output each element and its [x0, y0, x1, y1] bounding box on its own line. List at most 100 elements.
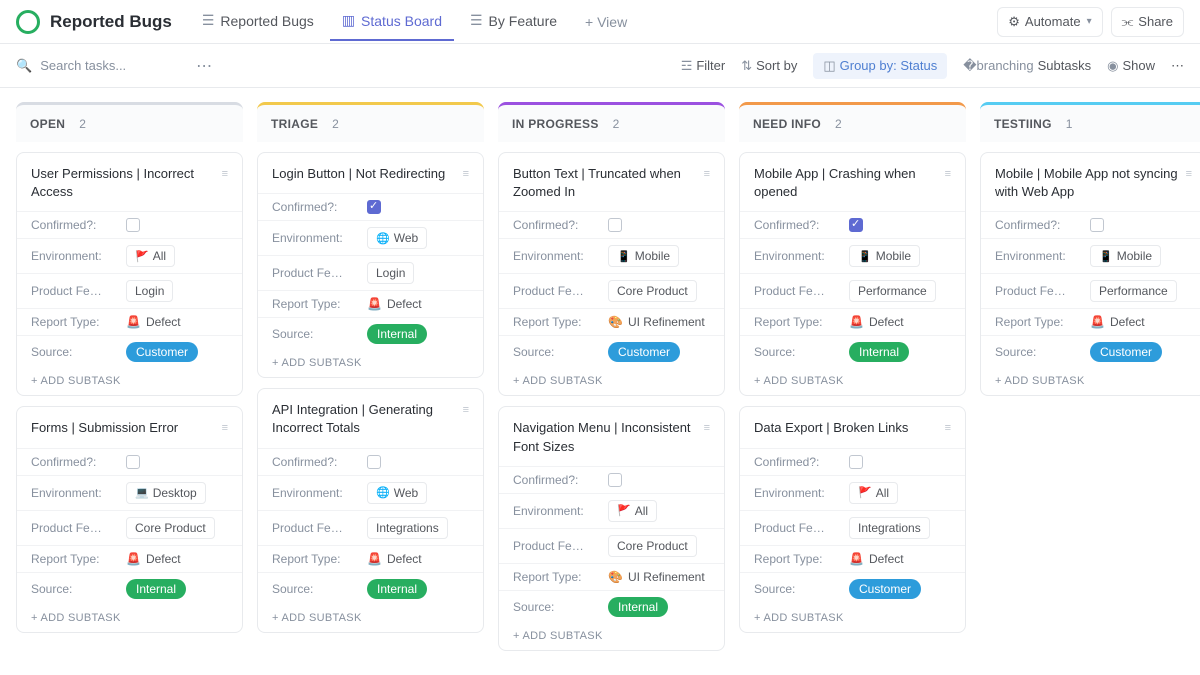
add-subtask-button[interactable]: + ADD SUBTASK	[740, 605, 965, 626]
add-subtask-button[interactable]: + ADD SUBTASK	[499, 368, 724, 389]
show-button[interactable]: ◉Show	[1107, 58, 1155, 74]
card-title: Forms | Submission Error≡	[17, 407, 242, 447]
field-confirmed: Confirmed?:	[740, 448, 965, 475]
field-report-type: Report Type:🚨Defect	[258, 545, 483, 572]
task-card[interactable]: Mobile App | Crashing when opened≡Confir…	[739, 152, 966, 396]
column-header[interactable]: IN PROGRESS2	[498, 102, 725, 142]
task-card[interactable]: Data Export | Broken Links≡Confirmed?:En…	[739, 406, 966, 632]
env-tag[interactable]: 📱Mobile	[608, 245, 679, 267]
field-source: Source:Internal	[17, 572, 242, 605]
feature-tag[interactable]: Performance	[849, 280, 936, 302]
field-product-feature: Product Fe…Core Product	[17, 510, 242, 545]
add-subtask-button[interactable]: + ADD SUBTASK	[499, 623, 724, 644]
column-name: TESTIING	[994, 117, 1052, 131]
source-badge[interactable]: Internal	[608, 597, 668, 617]
feature-tag[interactable]: Core Product	[126, 517, 215, 539]
group-by-button[interactable]: ◫Group by: Status	[813, 53, 947, 79]
sort-button[interactable]: ⇅Sort by	[741, 58, 797, 74]
checkbox-icon[interactable]	[367, 200, 381, 214]
more-icon: ⋯	[1171, 58, 1184, 74]
description-icon: ≡	[222, 167, 228, 182]
field-report-type: Report Type:🚨Defect	[17, 545, 242, 572]
card-title: Login Button | Not Redirecting≡	[258, 153, 483, 193]
checkbox-icon[interactable]	[849, 218, 863, 232]
column-header[interactable]: NEED INFO2	[739, 102, 966, 142]
report-type-value: 🚨Defect	[126, 315, 181, 329]
source-badge[interactable]: Internal	[367, 579, 427, 599]
eye-icon: ◉	[1107, 58, 1118, 74]
board-column: IN PROGRESS2 Button Text | Truncated when…	[498, 102, 725, 661]
env-tag[interactable]: 🚩All	[608, 500, 657, 522]
task-card[interactable]: Login Button | Not Redirecting≡Confirmed…	[257, 152, 484, 378]
field-environment: Environment:🚩All	[740, 475, 965, 510]
task-card[interactable]: Navigation Menu | Inconsistent Font Size…	[498, 406, 725, 650]
column-header[interactable]: TRIAGE2	[257, 102, 484, 142]
tab-reported-bugs[interactable]: ☰ Reported Bugs	[190, 2, 326, 41]
add-subtask-button[interactable]: + ADD SUBTASK	[258, 605, 483, 626]
description-icon: ≡	[463, 403, 469, 418]
source-badge[interactable]: Customer	[126, 342, 198, 362]
task-card[interactable]: User Permissions | Incorrect Access≡Conf…	[16, 152, 243, 396]
task-card[interactable]: Mobile | Mobile App not syncing with Web…	[980, 152, 1200, 396]
column-header[interactable]: TESTIING1	[980, 102, 1200, 142]
card-title: Mobile App | Crashing when opened≡	[740, 153, 965, 211]
checkbox-icon[interactable]	[126, 455, 140, 469]
add-subtask-button[interactable]: + ADD SUBTASK	[740, 368, 965, 389]
source-badge[interactable]: Internal	[367, 324, 427, 344]
description-icon: ≡	[704, 167, 710, 182]
field-confirmed: Confirmed?:	[258, 448, 483, 475]
feature-tag[interactable]: Login	[367, 262, 414, 284]
feature-tag[interactable]: Performance	[1090, 280, 1177, 302]
sort-icon: ⇅	[741, 58, 752, 74]
add-subtask-button[interactable]: + ADD SUBTASK	[981, 368, 1200, 389]
more-button[interactable]: ⋯	[1171, 58, 1184, 74]
filter-button[interactable]: ☲Filter	[681, 58, 726, 74]
robot-icon: ⚙	[1008, 14, 1020, 30]
checkbox-icon[interactable]	[608, 218, 622, 232]
field-source: Source:Customer	[981, 335, 1200, 368]
add-subtask-button[interactable]: + ADD SUBTASK	[258, 350, 483, 371]
checkbox-icon[interactable]	[126, 218, 140, 232]
field-confirmed: Confirmed?:	[258, 193, 483, 220]
source-badge[interactable]: Customer	[1090, 342, 1162, 362]
task-card[interactable]: Forms | Submission Error≡Confirmed?:Envi…	[16, 406, 243, 632]
env-tag[interactable]: 🚩All	[849, 482, 898, 504]
env-tag[interactable]: 🌐Web	[367, 482, 427, 504]
tab-by-feature[interactable]: ☰ By Feature	[458, 2, 569, 41]
search-input[interactable]: 🔍 Search tasks...	[16, 58, 126, 74]
env-tag[interactable]: 💻Desktop	[126, 482, 206, 504]
automate-button[interactable]: ⚙ Automate ▾	[997, 7, 1102, 37]
share-button[interactable]: ⫘ Share	[1111, 7, 1184, 37]
env-tag[interactable]: 🚩All	[126, 245, 175, 267]
checkbox-icon[interactable]	[1090, 218, 1104, 232]
feature-tag[interactable]: Core Product	[608, 280, 697, 302]
column-header[interactable]: OPEN2	[16, 102, 243, 142]
task-card[interactable]: Button Text | Truncated when Zoomed In≡C…	[498, 152, 725, 396]
description-icon: ≡	[463, 167, 469, 182]
feature-tag[interactable]: Integrations	[849, 517, 930, 539]
checkbox-icon[interactable]	[367, 455, 381, 469]
field-environment: Environment:🚩All	[499, 493, 724, 528]
tab-status-board[interactable]: ▥ Status Board	[330, 2, 454, 41]
feature-tag[interactable]: Core Product	[608, 535, 697, 557]
env-tag[interactable]: 📱Mobile	[1090, 245, 1161, 267]
feature-tag[interactable]: Integrations	[367, 517, 448, 539]
source-badge[interactable]: Internal	[849, 342, 909, 362]
add-subtask-button[interactable]: + ADD SUBTASK	[17, 605, 242, 626]
add-view-button[interactable]: + View	[573, 4, 639, 40]
checkbox-icon[interactable]	[608, 473, 622, 487]
source-badge[interactable]: Internal	[126, 579, 186, 599]
task-card[interactable]: API Integration | Generating Incorrect T…	[257, 388, 484, 632]
feature-tag[interactable]: Login	[126, 280, 173, 302]
env-tag[interactable]: 📱Mobile	[849, 245, 920, 267]
description-icon: ≡	[704, 421, 710, 436]
add-subtask-button[interactable]: + ADD SUBTASK	[17, 368, 242, 389]
card-title: Mobile | Mobile App not syncing with Web…	[981, 153, 1200, 211]
source-badge[interactable]: Customer	[608, 342, 680, 362]
checkbox-icon[interactable]	[849, 455, 863, 469]
env-tag[interactable]: 🌐Web	[367, 227, 427, 249]
subtasks-button[interactable]: �branchingSubtasks	[963, 58, 1091, 74]
source-badge[interactable]: Customer	[849, 579, 921, 599]
more-icon[interactable]: ⋯	[196, 56, 212, 76]
board-column: TRIAGE2Login Button | Not Redirecting≡Co…	[257, 102, 484, 661]
